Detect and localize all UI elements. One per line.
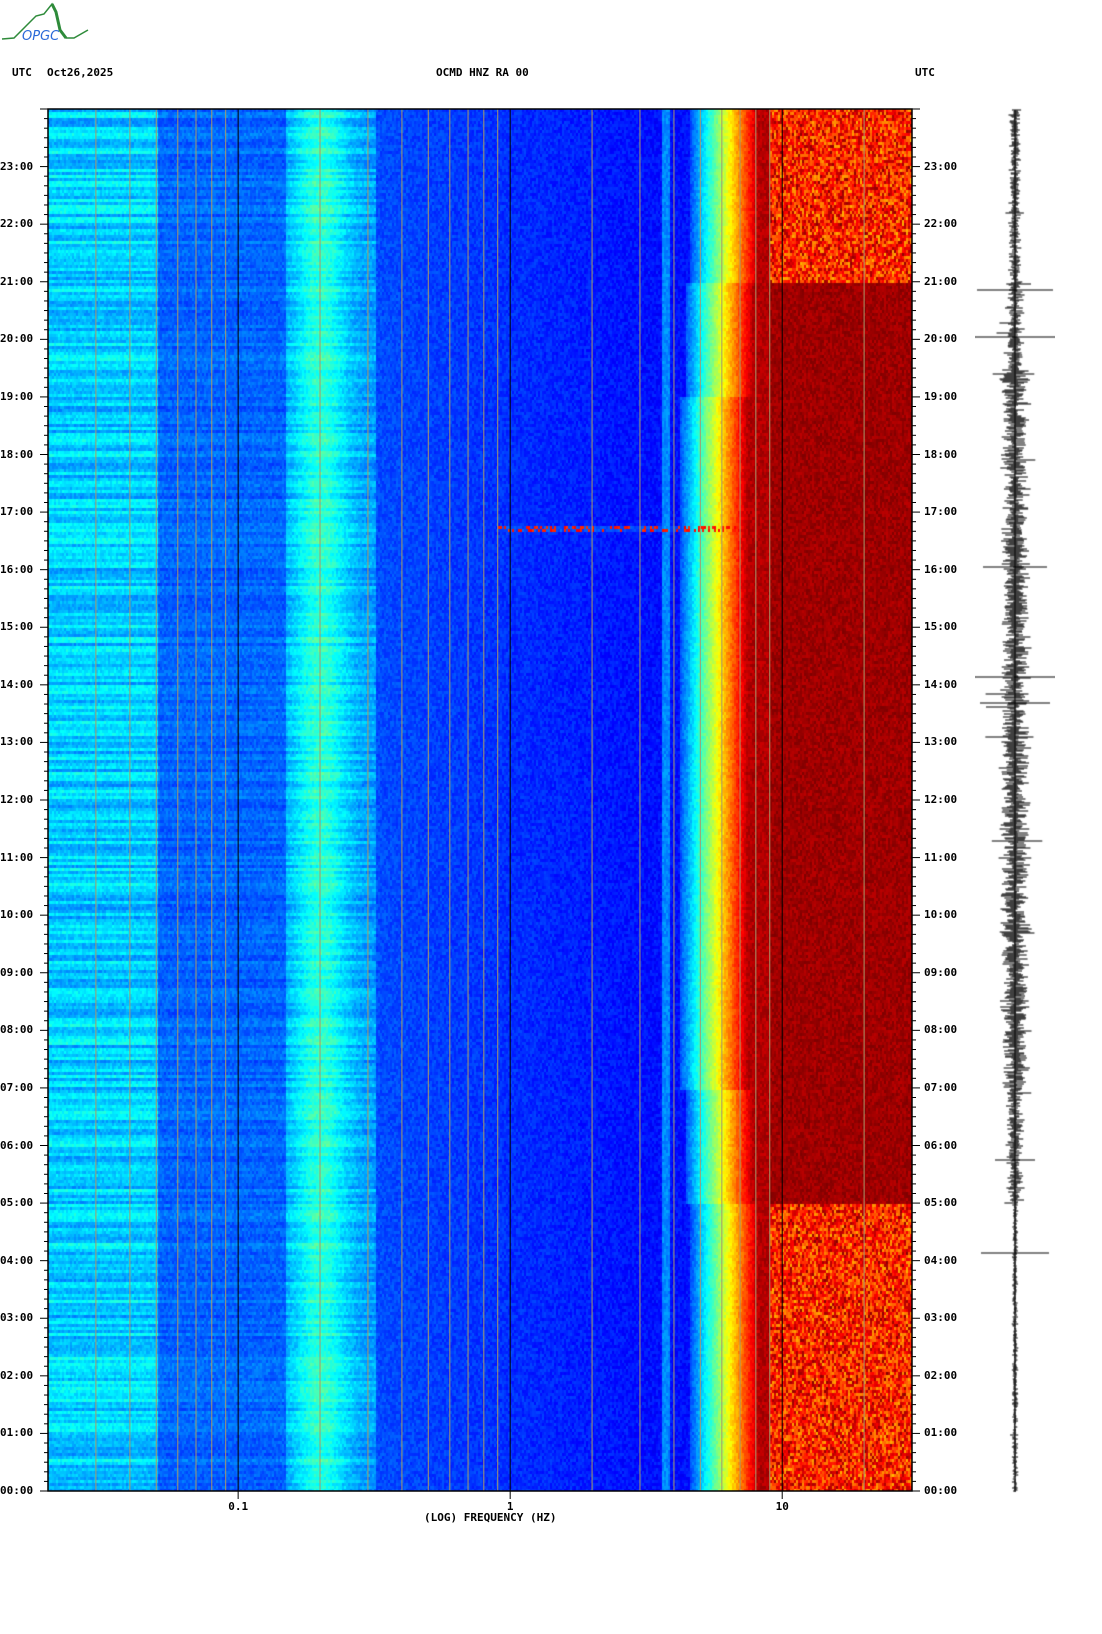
y-tick-label-left: 17:00	[0, 505, 34, 519]
seismogram-trace	[975, 105, 1055, 1497]
y-tick-label-right: 17:00	[924, 505, 958, 519]
y-tick-label-right: 16:00	[924, 562, 958, 576]
y-tick-label-right: 15:00	[924, 620, 958, 634]
y-tick-label-right: 00:00	[924, 1484, 958, 1497]
y-tick-label-left: 23:00	[0, 159, 34, 173]
y-tick-label-right: 19:00	[924, 389, 958, 403]
y-tick-label-right: 08:00	[924, 1023, 958, 1037]
y-tick-label-right: 11:00	[924, 850, 958, 864]
y-tick-label-left: 03:00	[0, 1311, 34, 1325]
y-tick-label-right: 20:00	[924, 332, 958, 346]
y-tick-label-left: 05:00	[0, 1196, 34, 1210]
y-tick-label-left: 10:00	[0, 908, 34, 922]
y-tick-label-left: 14:00	[0, 677, 34, 691]
x-tick-label: 0.1	[228, 1500, 249, 1513]
y-tick-label-left: 04:00	[0, 1253, 34, 1267]
y-tick-label-right: 05:00	[924, 1196, 958, 1210]
y-tick-label-right: 02:00	[924, 1368, 958, 1382]
y-tick-label-left: 15:00	[0, 620, 34, 634]
y-tick-label-right: 10:00	[924, 908, 958, 922]
opgc-logo: OPGC	[1, 2, 89, 44]
timezone-label-left: UTC	[12, 66, 32, 79]
spectrogram-heatmap	[48, 109, 912, 1491]
y-tick-label-left: 01:00	[0, 1426, 34, 1440]
y-tick-label-left: 07:00	[0, 1080, 34, 1094]
y-tick-label-right: 03:00	[924, 1311, 958, 1325]
y-tick-label-left: 16:00	[0, 562, 34, 576]
y-tick-label-left: 13:00	[0, 735, 34, 749]
y-tick-label-right: 23:00	[924, 159, 958, 173]
y-tick-label-left: 08:00	[0, 1023, 34, 1037]
y-tick-label-right: 14:00	[924, 677, 958, 691]
date-label: Oct26,2025	[47, 66, 114, 79]
y-tick-label-left: 12:00	[0, 793, 34, 806]
station-title: OCMD HNZ RA 00	[436, 66, 529, 79]
y-tick-label-right: 07:00	[924, 1080, 958, 1094]
y-tick-label-right: 09:00	[924, 965, 958, 979]
y-tick-label-left: 20:00	[0, 332, 34, 346]
y-tick-label-left: 18:00	[0, 447, 34, 461]
y-tick-label-left: 09:00	[0, 965, 34, 979]
x-tick-label: 10	[775, 1500, 789, 1513]
svg-text:OPGC: OPGC	[22, 29, 60, 44]
y-tick-label-left: 21:00	[0, 274, 34, 288]
y-tick-label-right: 12:00	[924, 793, 958, 806]
y-tick-label-right: 01:00	[924, 1426, 958, 1440]
y-tick-label-left: 19:00	[0, 389, 34, 403]
timezone-label-right: UTC	[915, 66, 935, 79]
y-tick-label-left: 22:00	[0, 217, 34, 231]
y-tick-label-left: 02:00	[0, 1368, 34, 1382]
y-tick-label-left: 11:00	[0, 850, 34, 864]
y-tick-label-right: 22:00	[924, 217, 958, 231]
y-tick-label-right: 04:00	[924, 1253, 958, 1267]
y-tick-label-right: 06:00	[924, 1138, 958, 1152]
y-tick-label-right: 18:00	[924, 447, 958, 461]
y-tick-label-right: 21:00	[924, 274, 958, 288]
x-axis-title: (LOG) FREQUENCY (HZ)	[424, 1511, 557, 1524]
y-tick-label-right: 13:00	[924, 735, 958, 749]
y-tick-label-left: 06:00	[0, 1138, 34, 1152]
y-tick-label-left: 00:00	[0, 1484, 34, 1497]
